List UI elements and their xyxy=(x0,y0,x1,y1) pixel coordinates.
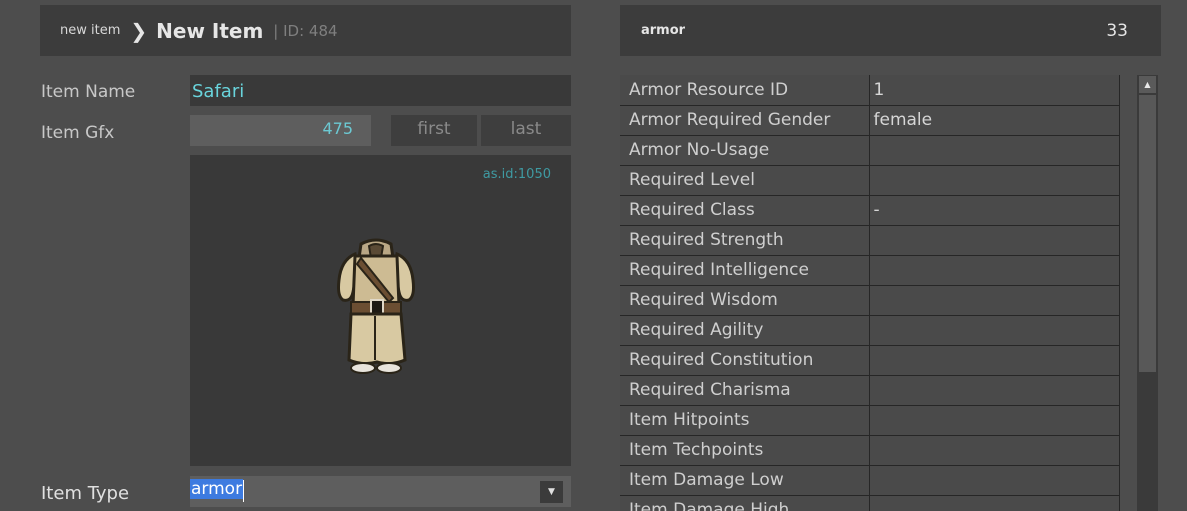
property-value[interactable] xyxy=(869,165,1120,196)
property-value[interactable] xyxy=(869,345,1120,376)
item-type-value[interactable]: armor xyxy=(190,479,244,499)
properties-type-label: armor xyxy=(641,23,686,38)
property-name: Item Hitpoints xyxy=(620,405,870,436)
property-value[interactable] xyxy=(869,405,1120,436)
item-gfx-label: Item Gfx xyxy=(41,123,115,143)
property-name: Required Intelligence xyxy=(620,255,870,286)
item-id-label: | ID: 484 xyxy=(273,21,338,40)
property-value[interactable] xyxy=(869,255,1120,286)
item-type-select[interactable]: armor ▼ xyxy=(190,476,571,507)
property-value[interactable] xyxy=(869,315,1120,346)
scroll-up-icon[interactable]: ▲ xyxy=(1139,76,1156,93)
property-name: Required Agility xyxy=(620,315,870,346)
table-row[interactable]: Required Constitution xyxy=(620,345,1120,376)
property-name: Required Wisdom xyxy=(620,285,870,316)
table-row[interactable]: Item Techpoints xyxy=(620,435,1120,466)
property-name: Required Level xyxy=(620,165,870,196)
item-name-label: Item Name xyxy=(41,82,136,102)
item-type-label: Item Type xyxy=(41,483,130,504)
table-row[interactable]: Required Agility xyxy=(620,315,1120,346)
table-row[interactable]: Armor Required Gender female xyxy=(620,105,1120,136)
property-value[interactable] xyxy=(869,465,1120,496)
property-name: Required Charisma xyxy=(620,375,870,406)
property-value[interactable]: 1 xyxy=(869,75,1120,106)
property-name: Armor No-Usage xyxy=(620,135,870,166)
table-row[interactable]: Item Damage High xyxy=(620,495,1120,511)
last-button[interactable]: last xyxy=(481,115,571,146)
property-name: Required Constitution xyxy=(620,345,870,376)
item-gfx-input[interactable]: 475 xyxy=(190,115,371,146)
table-row[interactable]: Required Strength xyxy=(620,225,1120,256)
property-value[interactable] xyxy=(869,225,1120,256)
properties-header: armor 33 xyxy=(620,5,1161,56)
properties-table: Armor Resource ID 1 Armor Required Gender f… xyxy=(620,75,1120,511)
chevron-right-icon: ❯ xyxy=(130,18,148,43)
property-name: Required Strength xyxy=(620,225,870,256)
text-cursor xyxy=(243,480,244,502)
property-value[interactable] xyxy=(869,285,1120,316)
table-row[interactable]: Required Intelligence xyxy=(620,255,1120,286)
table-row[interactable]: Item Hitpoints xyxy=(620,405,1120,436)
property-value[interactable] xyxy=(869,375,1120,406)
property-name: Item Damage High xyxy=(620,495,870,511)
table-row[interactable]: Required Level xyxy=(620,165,1120,196)
property-value[interactable] xyxy=(869,135,1120,166)
properties-count: 33 xyxy=(1106,20,1128,41)
breadcrumb-header: new item ❯ New Item | ID: 484 xyxy=(40,5,571,56)
table-row[interactable]: Armor No-Usage xyxy=(620,135,1120,166)
property-value[interactable] xyxy=(869,495,1120,511)
armor-sprite-image xyxy=(337,238,415,374)
scrollbar-thumb[interactable] xyxy=(1139,95,1156,372)
breadcrumb-root[interactable]: new item xyxy=(60,23,120,38)
gfx-preview: as.id:1050 xyxy=(190,155,571,466)
table-row[interactable]: Required Charisma xyxy=(620,375,1120,406)
table-row[interactable]: Item Damage Low xyxy=(620,465,1120,496)
property-name: Item Techpoints xyxy=(620,435,870,466)
property-value[interactable] xyxy=(869,435,1120,466)
page-title: New Item xyxy=(156,18,264,43)
table-row[interactable]: Armor Resource ID 1 xyxy=(620,75,1120,106)
property-value[interactable]: - xyxy=(869,195,1120,226)
property-name: Armor Resource ID xyxy=(620,75,870,106)
resource-id-text: as.id:1050 xyxy=(482,167,551,182)
property-name: Armor Required Gender xyxy=(620,105,870,136)
property-name: Required Class xyxy=(620,195,870,226)
table-row[interactable]: Required Class - xyxy=(620,195,1120,226)
property-name: Item Damage Low xyxy=(620,465,870,496)
table-row[interactable]: Required Wisdom xyxy=(620,285,1120,316)
item-name-input[interactable] xyxy=(190,75,571,106)
property-value[interactable]: female xyxy=(869,105,1120,136)
dropdown-arrow-icon[interactable]: ▼ xyxy=(540,481,563,503)
first-button[interactable]: first xyxy=(391,115,477,146)
